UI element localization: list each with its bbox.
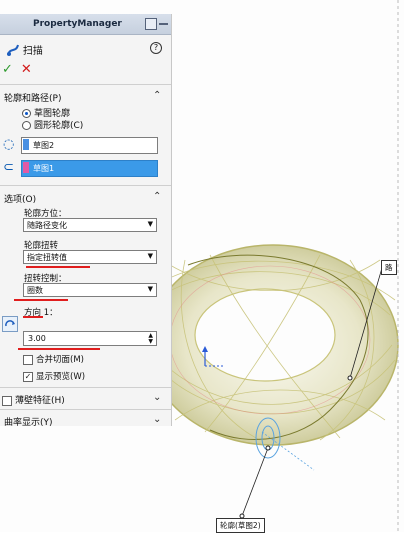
reverse-direction-icon[interactable] <box>2 316 18 332</box>
path-selection-icon: ⊂ <box>3 160 14 175</box>
red-underline-annotation <box>26 266 90 268</box>
path-field[interactable]: 草图1 <box>21 160 158 177</box>
property-manager-panel: PropertyManager 扫描 ? ✓ ✕ 轮廓和路径(P) ⌃ 草图轮廓 … <box>0 14 172 428</box>
profile-callout[interactable]: 轮廓(草图2) <box>216 518 265 533</box>
checkbox-label: 显示预览(W) <box>36 372 86 382</box>
panel-split-icon[interactable] <box>145 18 157 30</box>
section-curvature-display[interactable]: 曲率显示(Y) ⌄ <box>0 412 171 428</box>
pin-icon[interactable] <box>159 23 168 25</box>
chevron-up-icon[interactable]: ⌃ <box>153 90 161 101</box>
sweep-feature-icon <box>7 44 19 56</box>
cancel-x-icon[interactable]: ✕ <box>21 62 32 77</box>
ok-check-icon[interactable]: ✓ <box>2 62 13 77</box>
profile-value: 草图2 <box>33 141 55 150</box>
chevron-down-icon[interactable]: ⌄ <box>153 414 161 425</box>
property-manager-header: PropertyManager <box>0 14 171 35</box>
red-underline-annotation <box>18 348 100 350</box>
path-callout-text: 路 <box>385 263 393 272</box>
thin-feature-checkbox[interactable] <box>2 395 12 406</box>
spin-down-icon[interactable]: ▼ <box>148 338 153 345</box>
property-manager-title: PropertyManager <box>33 19 122 29</box>
merge-tangent-checkbox[interactable]: 合并切面(M) <box>23 353 84 365</box>
profile-callout-text: 轮廓(草图2) <box>220 521 261 530</box>
direction-value: 3.00 <box>28 334 46 343</box>
show-preview-checkbox[interactable]: ✓ 显示预览(W) <box>23 370 85 382</box>
dropdown-arrow-icon: ▼ <box>147 220 153 228</box>
radio-label: 圆形轮廓(C) <box>34 121 84 131</box>
feature-name: 扫描 <box>22 46 43 57</box>
red-underline-annotation <box>14 299 68 301</box>
path-value: 草图1 <box>33 164 55 173</box>
profile-leader-line <box>241 447 269 517</box>
path-callout[interactable]: 路 <box>381 260 397 275</box>
twist-control-select[interactable]: 圈数 ▼ <box>23 283 157 297</box>
feature-header: 扫描 <box>6 42 43 58</box>
orientation-value: 随路径变化 <box>27 221 67 230</box>
section-profile-path[interactable]: 轮廓和路径(P) ⌃ <box>0 88 171 104</box>
torus-inner-hole <box>194 288 336 382</box>
twist-value: 指定扭转值 <box>27 253 67 262</box>
section-options[interactable]: 选项(O) ⌃ <box>0 189 171 205</box>
radio-circular-profile[interactable]: 圆形轮廓(C) <box>22 118 84 131</box>
section-title: 曲率显示(Y) <box>4 418 53 428</box>
section-title: 薄壁特征(H) <box>15 396 65 406</box>
red-underline-annotation <box>23 316 43 318</box>
profile-selection-icon: ◌ <box>3 137 15 152</box>
twist-select[interactable]: 指定扭转值 ▼ <box>23 250 157 264</box>
section-thin-feature[interactable]: 薄壁特征(H) ⌄ <box>0 390 171 406</box>
dropdown-arrow-icon: ▼ <box>147 285 153 293</box>
ok-cancel-bar: ✓ ✕ <box>2 62 32 77</box>
orientation-select[interactable]: 随路径变化 ▼ <box>23 218 157 232</box>
dropdown-arrow-icon: ▼ <box>147 252 153 260</box>
twist-control-value: 圈数 <box>27 286 43 295</box>
help-icon[interactable]: ? <box>150 42 162 54</box>
section-title: 轮廓和路径(P) <box>4 94 62 104</box>
chevron-down-icon[interactable]: ⌄ <box>153 392 161 403</box>
section-title: 选项(O) <box>4 195 37 205</box>
profile-field[interactable]: 草图2 <box>21 137 158 154</box>
direction-spinner[interactable]: 3.00 ▲ ▼ <box>23 331 157 346</box>
radio-sketch-profile[interactable]: 草图轮廓 <box>22 106 70 119</box>
checkbox-label: 合并切面(M) <box>36 355 84 365</box>
chevron-up-icon[interactable]: ⌃ <box>153 191 161 202</box>
